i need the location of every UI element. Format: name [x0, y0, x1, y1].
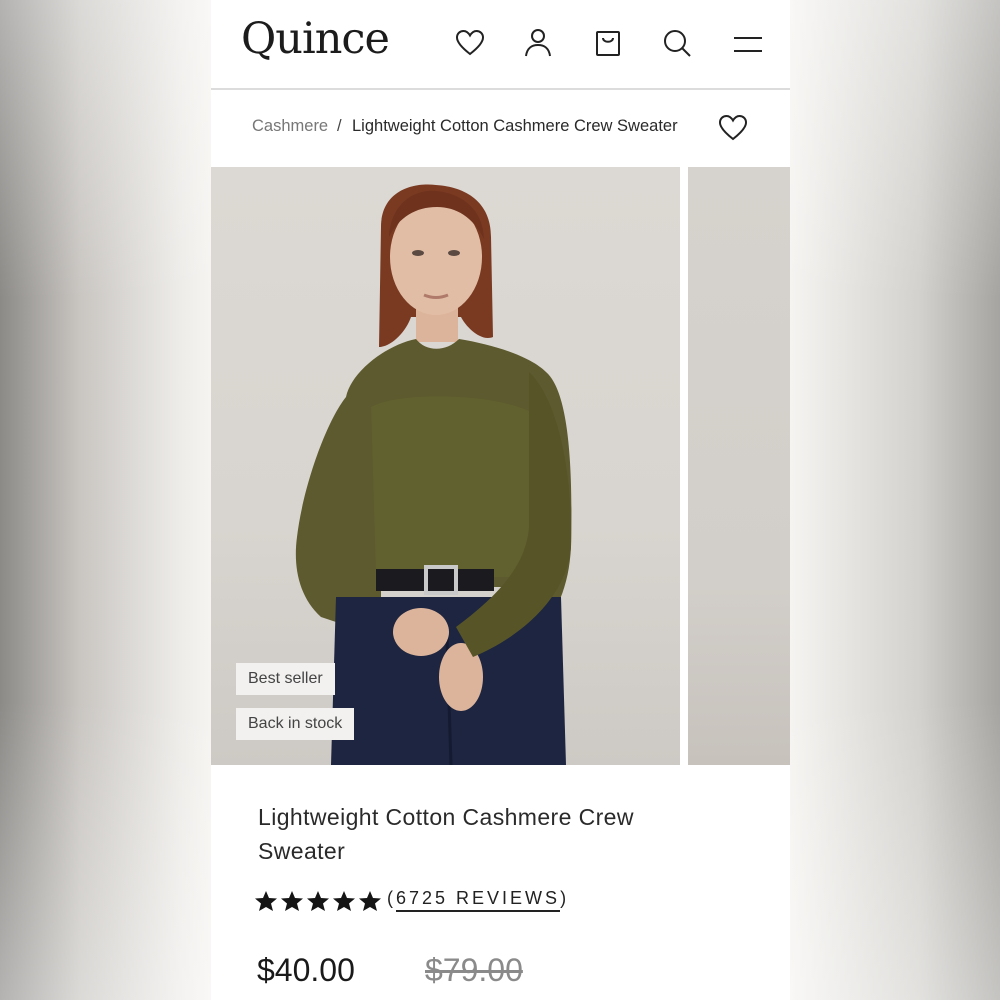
save-product-button[interactable]	[718, 114, 748, 142]
reviews-open-paren: (	[387, 888, 396, 908]
menu-icon	[734, 37, 762, 52]
rating-stars	[254, 890, 382, 912]
star-icon	[281, 891, 303, 911]
back-in-stock-badge: Back in stock	[236, 708, 355, 740]
wishlist-button[interactable]	[454, 26, 486, 60]
reviews-count[interactable]: 6725 REVIEWS	[396, 888, 561, 912]
star-icon	[359, 891, 381, 911]
product-gallery[interactable]: Best seller Back in stock	[211, 167, 790, 765]
brand-logo[interactable]: Quince	[241, 14, 390, 64]
product-title: Lightweight Cotton Cashmere Crew Sweater	[258, 804, 634, 864]
search-icon	[664, 30, 691, 57]
site-header: Quince	[211, 0, 790, 90]
reviews-link[interactable]: (6725 REVIEWS)	[387, 888, 570, 912]
account-icon	[525, 29, 551, 57]
heart-icon	[455, 29, 485, 56]
sale-price: $40.00	[257, 952, 355, 988]
breadcrumb-separator: /	[337, 117, 342, 135]
breadcrumb-current: Lightweight Cotton Cashmere Crew Sweater	[352, 117, 678, 135]
reviews-close-paren: )	[560, 888, 570, 908]
breadcrumb-link-cashmere[interactable]: Cashmere	[252, 117, 328, 136]
star-icon	[307, 891, 329, 911]
search-button[interactable]	[661, 26, 693, 60]
star-icon	[333, 891, 355, 911]
account-button[interactable]	[522, 26, 554, 60]
star-icon	[255, 891, 277, 911]
compare-at-price: $79.00	[425, 952, 523, 988]
cart-button[interactable]	[592, 26, 624, 60]
breadcrumb: Cashmere / Lightweight Cotton Cashmere C…	[211, 90, 790, 166]
product-photo[interactable]: Best seller Back in stock	[211, 167, 680, 765]
heart-icon	[718, 114, 748, 141]
bag-icon	[596, 31, 620, 56]
next-product-photo[interactable]	[688, 167, 790, 765]
best-seller-badge: Best seller	[236, 663, 335, 695]
phone-screen: Quince Cashmere / Lightweight Cotton Cas…	[211, 0, 790, 1000]
menu-button[interactable]	[732, 26, 764, 60]
